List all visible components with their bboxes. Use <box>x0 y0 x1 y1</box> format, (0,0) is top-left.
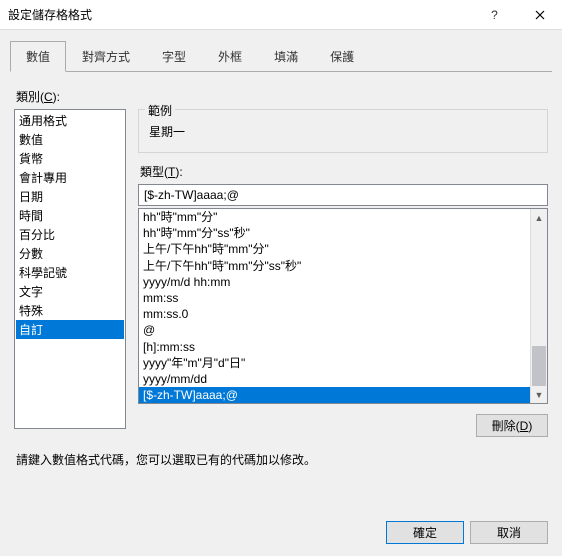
list-item[interactable]: 分數 <box>16 244 124 263</box>
type-label-text: 類型( <box>140 165 168 179</box>
category-label-suffix: ): <box>53 90 60 104</box>
category-label-hotkey: C <box>44 90 53 104</box>
list-item[interactable]: @ <box>139 322 530 338</box>
scroll-thumb[interactable] <box>532 346 546 386</box>
close-button[interactable] <box>517 0 562 30</box>
type-label: 類型(T): <box>140 163 548 180</box>
tab-border[interactable]: 外框 <box>202 41 258 72</box>
close-icon <box>535 10 545 20</box>
help-button[interactable]: ? <box>472 0 517 30</box>
type-label-suffix: ): <box>175 165 182 179</box>
list-item[interactable]: 通用格式 <box>16 111 124 130</box>
list-item[interactable]: 文字 <box>16 282 124 301</box>
category-label: 類別(C): <box>16 88 548 105</box>
body: 類別(C): 通用格式 數值 貨幣 會計專用 日期 時間 百分比 分數 科學記號… <box>0 72 562 468</box>
list-item[interactable]: 會計專用 <box>16 168 124 187</box>
hint-text: 請鍵入數值格式代碼，您可以選取已有的代碼加以修改。 <box>16 451 546 468</box>
list-item[interactable]: hh"時"mm"分"ss"秒" <box>139 225 530 241</box>
tab-font[interactable]: 字型 <box>146 41 202 72</box>
category-list[interactable]: 通用格式 數值 貨幣 會計專用 日期 時間 百分比 分數 科學記號 文字 特殊 … <box>14 109 126 429</box>
list-item[interactable]: yyyy"年"m"月"d"日" <box>139 355 530 371</box>
list-item[interactable]: 科學記號 <box>16 263 124 282</box>
type-input[interactable] <box>138 184 548 206</box>
list-item[interactable]: 數值 <box>16 130 124 149</box>
preview-value: 星期一 <box>147 121 539 142</box>
tabstrip: 數值 對齊方式 字型 外框 填滿 保護 <box>10 40 552 72</box>
list-item[interactable]: 特殊 <box>16 301 124 320</box>
list-item[interactable]: mm:ss.0 <box>139 306 530 322</box>
scrollbar[interactable]: ▲ ▼ <box>530 209 547 403</box>
list-item[interactable]: hh"時"mm"分" <box>139 209 530 225</box>
tab-protection[interactable]: 保護 <box>314 41 370 72</box>
list-item[interactable]: 百分比 <box>16 225 124 244</box>
preview-label: 範例 <box>145 102 175 119</box>
tab-fill[interactable]: 填滿 <box>258 41 314 72</box>
scroll-down-icon[interactable]: ▼ <box>531 386 547 403</box>
tab-alignment[interactable]: 對齊方式 <box>66 41 146 72</box>
ok-button[interactable]: 確定 <box>386 521 464 544</box>
preview-group: 範例 星期一 <box>138 109 548 153</box>
list-item[interactable]: 自訂 <box>16 320 124 339</box>
delete-button[interactable]: 刪除(D) <box>476 414 548 437</box>
category-label-text: 類別( <box>16 90 44 104</box>
type-list[interactable]: hh"時"mm"分" hh"時"mm"分"ss"秒" 上午/下午hh"時"mm"… <box>138 208 548 404</box>
list-item[interactable]: 時間 <box>16 206 124 225</box>
tab-number[interactable]: 數值 <box>10 41 66 72</box>
list-item[interactable]: 日期 <box>16 187 124 206</box>
list-item[interactable]: 貨幣 <box>16 149 124 168</box>
list-item[interactable]: 上午/下午hh"時"mm"分"ss"秒" <box>139 258 530 274</box>
titlebar: 設定儲存格格式 ? <box>0 0 562 30</box>
list-item[interactable]: 上午/下午hh"時"mm"分" <box>139 241 530 257</box>
list-item[interactable]: [$-zh-TW]aaaa;@ <box>139 387 530 403</box>
dialog-footer: 確定 取消 <box>386 521 548 544</box>
list-item[interactable]: [h]:mm:ss <box>139 339 530 355</box>
list-item[interactable]: yyyy/mm/dd <box>139 371 530 387</box>
scroll-up-icon[interactable]: ▲ <box>531 209 547 226</box>
cancel-button[interactable]: 取消 <box>470 521 548 544</box>
dialog-title: 設定儲存格格式 <box>8 6 472 23</box>
list-item[interactable]: yyyy/m/d hh:mm <box>139 274 530 290</box>
list-item[interactable]: mm:ss <box>139 290 530 306</box>
